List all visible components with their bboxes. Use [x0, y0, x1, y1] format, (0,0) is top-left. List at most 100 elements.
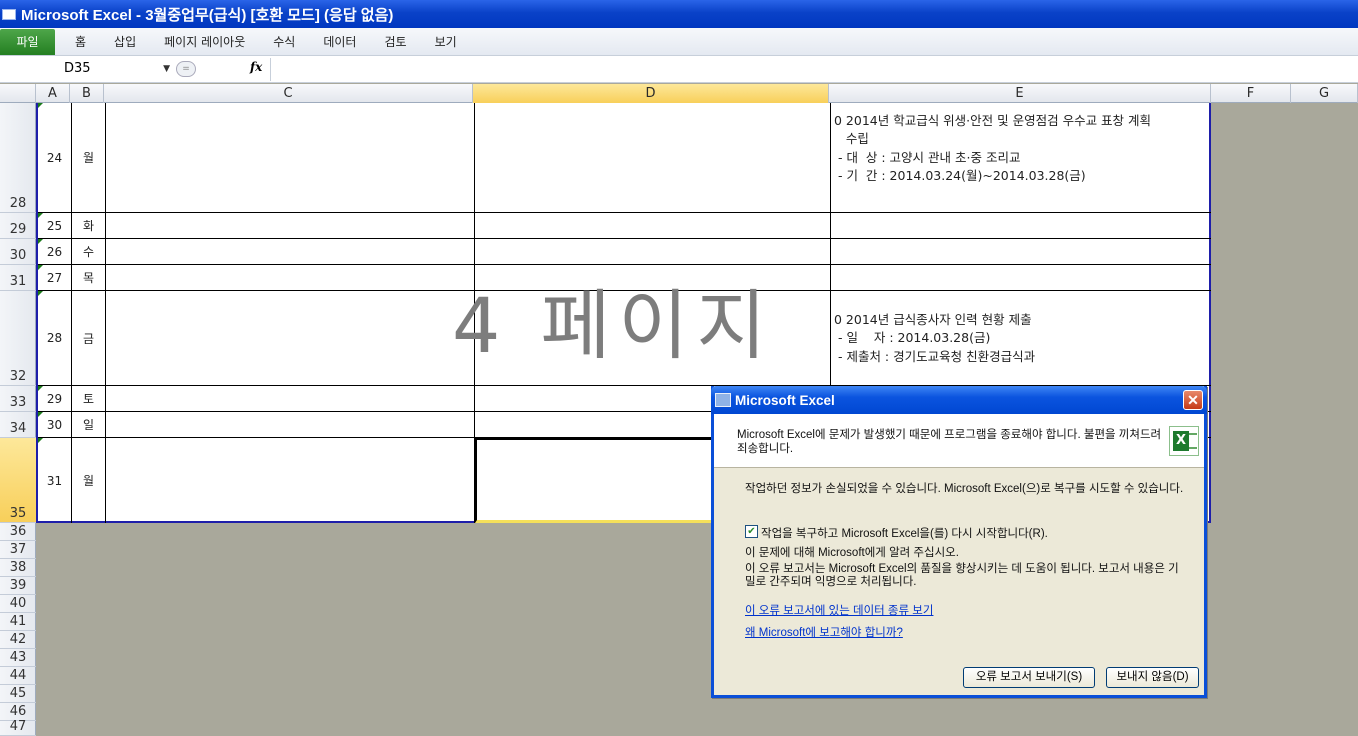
restart-checkbox-label[interactable]: 작업을 복구하고 Microsoft Excel을(를) 다시 시작합니다(R)… [761, 525, 1048, 541]
select-all-corner[interactable] [0, 84, 36, 103]
day-number: 26 [46, 244, 63, 259]
tab-insert[interactable]: 삽입 [100, 29, 150, 55]
cell-day[interactable]: 31 [38, 438, 72, 523]
column-headers: A B C D E F G [0, 84, 1358, 103]
error-indicator-icon [38, 213, 43, 218]
cell-weekday[interactable]: 월 [72, 103, 106, 212]
row-header[interactable]: 43 [0, 649, 36, 667]
day-number: 31 [46, 473, 63, 488]
row-header[interactable]: 29 [0, 213, 36, 239]
cell-day[interactable]: 26 [38, 239, 72, 264]
cell-weekday[interactable]: 화 [72, 213, 106, 238]
row-header[interactable]: 30 [0, 239, 36, 265]
row-header[interactable]: 42 [0, 631, 36, 649]
day-number: 27 [46, 270, 63, 285]
cell-weekday[interactable]: 금 [72, 291, 106, 385]
cell-d[interactable] [475, 103, 831, 212]
insert-function-icon[interactable]: fx [250, 60, 262, 74]
report-detail-text: 이 오류 보고서는 Microsoft Excel의 품질을 향상시키는 데 도… [745, 563, 1179, 588]
column-header-a[interactable]: A [36, 84, 70, 103]
cell-day[interactable]: 25 [38, 213, 72, 238]
close-icon[interactable]: ✕ [1183, 390, 1203, 410]
day-number: 30 [46, 417, 63, 432]
column-header-e[interactable]: E [829, 84, 1211, 103]
error-indicator-icon [38, 386, 43, 391]
dont-send-button[interactable]: 보내지 않음(D) [1106, 667, 1199, 688]
cell-c[interactable] [106, 412, 475, 437]
cell-e[interactable] [831, 213, 1211, 238]
column-header-f[interactable]: F [1211, 84, 1291, 103]
tab-home[interactable]: 홈 [61, 29, 100, 55]
cell-c[interactable] [106, 239, 475, 264]
name-box[interactable]: D35 ▼ [0, 58, 176, 80]
table-row: 24 월 0 2014년 학교급식 위생·안전 및 운영점검 우수교 표창 계획… [38, 103, 1211, 213]
tab-view[interactable]: 보기 [421, 29, 471, 55]
cell-c[interactable] [106, 213, 475, 238]
send-report-button[interactable]: 오류 보고서 보내기(S) [963, 667, 1095, 688]
cell-e[interactable] [831, 239, 1211, 264]
view-report-data-link[interactable]: 이 오류 보고서에 있는 데이터 종류 보기 [745, 602, 933, 618]
cell-day[interactable]: 27 [38, 265, 72, 290]
cell-day[interactable]: 24 [38, 103, 72, 212]
row-header[interactable]: 45 [0, 685, 36, 703]
cell-weekday[interactable]: 수 [72, 239, 106, 264]
cell-weekday[interactable]: 일 [72, 412, 106, 437]
cell-c[interactable] [106, 103, 475, 212]
row-header[interactable]: 47 [0, 719, 36, 736]
dialog-message: Microsoft Excel에 문제가 발생했기 때문에 프로그램을 종료해야… [737, 429, 1162, 455]
outside-print-area [1211, 103, 1358, 736]
row-header[interactable]: 40 [0, 595, 36, 613]
row-header[interactable]: 28 [0, 103, 36, 213]
column-header-c[interactable]: C [104, 84, 473, 103]
tab-page-layout[interactable]: 페이지 레이아웃 [150, 29, 259, 55]
restart-checkbox[interactable]: ✔ [745, 525, 758, 538]
cell-c[interactable] [106, 386, 475, 411]
error-indicator-icon [38, 103, 43, 108]
row-header[interactable]: 32 [0, 291, 36, 386]
error-indicator-icon [38, 412, 43, 417]
row-header[interactable]: 37 [0, 541, 36, 559]
row-header[interactable]: 38 [0, 559, 36, 577]
cell-weekday[interactable]: 토 [72, 386, 106, 411]
cell-day[interactable]: 30 [38, 412, 72, 437]
cell-weekday[interactable]: 월 [72, 438, 106, 523]
column-header-g[interactable]: G [1291, 84, 1358, 103]
row-header[interactable]: 36 [0, 523, 36, 541]
cell-day[interactable]: 28 [38, 291, 72, 385]
row-header[interactable]: 41 [0, 613, 36, 631]
row-header[interactable]: 39 [0, 577, 36, 595]
window-title-bar: Microsoft Excel - 3월중업무(급식) [호환 모드] (응답 … [0, 0, 1358, 28]
tab-review[interactable]: 검토 [370, 29, 420, 55]
why-report-link[interactable]: 왜 Microsoft에 보고해야 합니까? [745, 624, 903, 640]
row-header[interactable]: 44 [0, 667, 36, 685]
error-dialog: Microsoft Excel ✕ Microsoft Excel에 문제가 발… [711, 386, 1207, 698]
cell-c[interactable] [106, 291, 475, 385]
formula-input[interactable] [270, 58, 1358, 81]
error-indicator-icon [38, 239, 43, 244]
report-prompt-text: 이 문제에 대해 Microsoft에게 알려 주십시오. [745, 547, 959, 559]
row-header[interactable]: 34 [0, 412, 36, 438]
cell-e[interactable]: 0 2014년 급식종사자 인력 현황 제출 - 일 자 : 2014.03.2… [831, 291, 1211, 385]
tab-formulas[interactable]: 수식 [259, 29, 309, 55]
error-indicator-icon [38, 438, 43, 443]
row-header-selected[interactable]: 35 [0, 438, 36, 523]
cell-d[interactable] [475, 239, 831, 264]
cell-day[interactable]: 29 [38, 386, 72, 411]
dialog-title-bar[interactable]: Microsoft Excel ✕ [711, 386, 1207, 414]
cell-weekday[interactable]: 목 [72, 265, 106, 290]
cell-c[interactable] [106, 265, 475, 290]
excel-app-icon [715, 393, 731, 407]
tab-data[interactable]: 데이터 [309, 29, 370, 55]
row-header[interactable]: 31 [0, 265, 36, 291]
dialog-header-panel: Microsoft Excel에 문제가 발생했기 때문에 프로그램을 종료해야… [714, 414, 1204, 468]
row-header[interactable]: 33 [0, 386, 36, 412]
cell-d[interactable] [475, 213, 831, 238]
cell-c[interactable] [106, 438, 475, 523]
formula-bar-expand-icon[interactable]: = [176, 61, 196, 77]
cell-e[interactable]: 0 2014년 학교급식 위생·안전 및 운영점검 우수교 표창 계획 수립 -… [831, 103, 1211, 212]
column-header-d[interactable]: D [473, 84, 829, 103]
tab-file[interactable]: 파일 [0, 28, 55, 55]
cell-e[interactable] [831, 265, 1211, 290]
chevron-down-icon[interactable]: ▼ [163, 58, 170, 80]
column-header-b[interactable]: B [70, 84, 104, 103]
